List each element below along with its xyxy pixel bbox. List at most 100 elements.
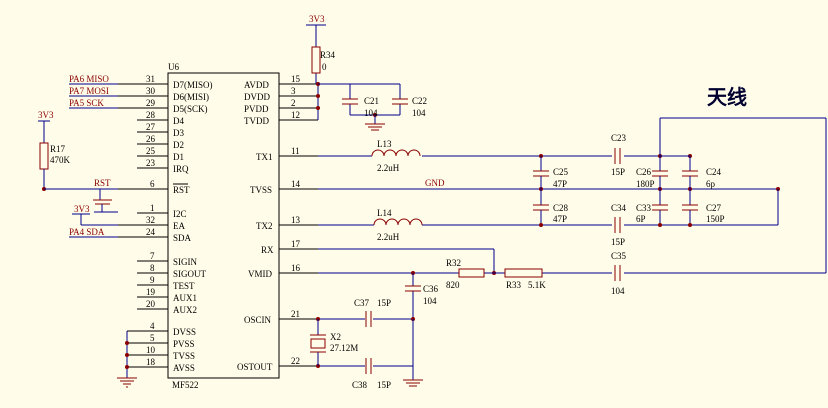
c37-value: 15P (377, 298, 391, 308)
c22-ref: C22 (412, 96, 427, 106)
c36-capacitor[interactable]: C36 104 (405, 284, 439, 306)
c21-value: 104 (364, 108, 378, 118)
pin-name: TVSS (173, 351, 195, 361)
pin-name: AUX2 (173, 305, 197, 315)
pin-name: SIGIN (173, 257, 197, 267)
pin-name: AVSS (173, 363, 195, 373)
c22-value: 104 (412, 108, 426, 118)
left-ground-net (117, 331, 137, 388)
rx-net (318, 248, 496, 275)
pin-name: D6(MISI) (173, 92, 209, 102)
r34-resistor[interactable]: R34 0 (311, 46, 336, 74)
c34-value: 15P (611, 237, 625, 247)
v3v3-label-r17: 3V3 (38, 110, 54, 120)
c28-capacitor[interactable]: C28 47P (533, 189, 569, 225)
pin-num: 1 (150, 203, 155, 213)
c24-capacitor[interactable]: C24 6p (682, 156, 722, 189)
pin-name: TEST (173, 281, 195, 291)
pin-name: D4 (173, 116, 184, 126)
pin-num: 14 (291, 179, 301, 189)
c27-value: 150P (706, 214, 725, 224)
pin-num: 10 (146, 345, 156, 355)
pin-num: 18 (146, 357, 156, 367)
r33-ref: R33 (506, 280, 522, 290)
l14-inductor[interactable]: L14 2.2uH (373, 208, 423, 242)
rst-button[interactable] (93, 189, 118, 213)
c37-capacitor[interactable]: C37 15P (354, 298, 391, 327)
pin-num: 9 (150, 275, 155, 285)
c34-ref: C34 (611, 203, 627, 213)
net-pa4: PA4 SDA (69, 227, 105, 237)
net-gnd: GND (425, 178, 445, 188)
c36-value: 104 (423, 296, 437, 306)
pin-num: 15 (291, 74, 301, 84)
l13-ref: L13 (377, 139, 392, 149)
pin-num: 25 (146, 146, 156, 156)
pin-num: 29 (146, 98, 156, 108)
x2-crystal[interactable]: X2 27.12M (310, 332, 358, 353)
c33-capacitor[interactable]: C33 6P (636, 189, 668, 225)
pin-num: 32 (146, 215, 155, 225)
pin-name: OSCIN (244, 315, 272, 325)
r17-ref: R17 (50, 144, 66, 154)
v3v3-label-ea: 3V3 (74, 204, 90, 214)
pin-num: 7 (150, 251, 155, 261)
l14-ref: L14 (377, 208, 392, 218)
pin-name: D1 (173, 152, 184, 162)
pin-name: AVDD (244, 80, 269, 90)
c28-value: 47P (553, 214, 567, 224)
c35-ref: C35 (611, 251, 627, 261)
pin-num: 22 (291, 356, 300, 366)
c25-ref: C25 (553, 167, 569, 177)
r32-ref: R32 (446, 258, 461, 268)
pin-name: I2C (173, 209, 187, 219)
c33-value: 6P (636, 214, 646, 224)
pin-num: 8 (150, 263, 155, 273)
pin-name: SIGOUT (173, 269, 207, 279)
pin-name: AUX1 (173, 293, 197, 303)
c26-capacitor[interactable]: C26 180P (636, 156, 668, 189)
r34-ref: R34 (320, 50, 336, 60)
pin-name: TVSS (250, 185, 272, 195)
c37-ref: C37 (354, 298, 370, 308)
pin-num: 23 (146, 158, 156, 168)
r32-resistor[interactable]: R32 820 (446, 258, 485, 290)
c38-capacitor[interactable]: C38 15P (352, 358, 391, 390)
v3v3-label-top: 3V3 (309, 14, 325, 24)
tx1-net (318, 154, 692, 158)
pin-num: 4 (150, 321, 155, 331)
c25-capacitor[interactable]: C25 47P (533, 156, 569, 189)
pin-num: 2 (291, 98, 296, 108)
pin-num: 30 (146, 86, 156, 96)
pin-name: DVSS (173, 327, 196, 337)
antenna-label: 天线 (707, 85, 747, 109)
pin-num: 20 (146, 299, 156, 309)
pin-name: RST (173, 185, 190, 195)
c38-value: 15P (377, 380, 391, 390)
vmid-net (318, 271, 826, 319)
r17-value: 470K (50, 155, 71, 165)
c24-value: 6p (706, 179, 716, 189)
c25-value: 47P (553, 179, 567, 189)
pin-num: 19 (146, 287, 156, 297)
pin-name: OSTOUT (237, 362, 273, 372)
pin-name: PVDD (244, 104, 269, 114)
pin-num: 17 (291, 239, 301, 249)
r33-resistor[interactable]: R33 5.1K (504, 268, 546, 290)
pin-name: TVDD (244, 116, 269, 126)
pin-num: 28 (146, 110, 156, 120)
pin-num: 16 (291, 263, 301, 273)
l13-inductor[interactable]: L13 2.2uH (371, 139, 421, 173)
c27-capacitor[interactable]: C27 150P (682, 189, 725, 225)
pin-num: 6 (150, 179, 155, 189)
pin-num: 3 (291, 86, 296, 96)
l14-value: 2.2uH (377, 232, 400, 242)
pin-name: EA (173, 221, 185, 231)
net-pa7: PA7 MOSI (69, 86, 109, 96)
l13-value: 2.2uH (377, 163, 400, 173)
r17-resistor[interactable]: 3V3 R17 470K (38, 110, 71, 189)
c23-capacitor[interactable]: C23 15P (611, 133, 627, 177)
c23-value: 15P (611, 167, 625, 177)
net-pa6: PA6 MISO (69, 74, 109, 84)
c24-ref: C24 (706, 167, 722, 177)
